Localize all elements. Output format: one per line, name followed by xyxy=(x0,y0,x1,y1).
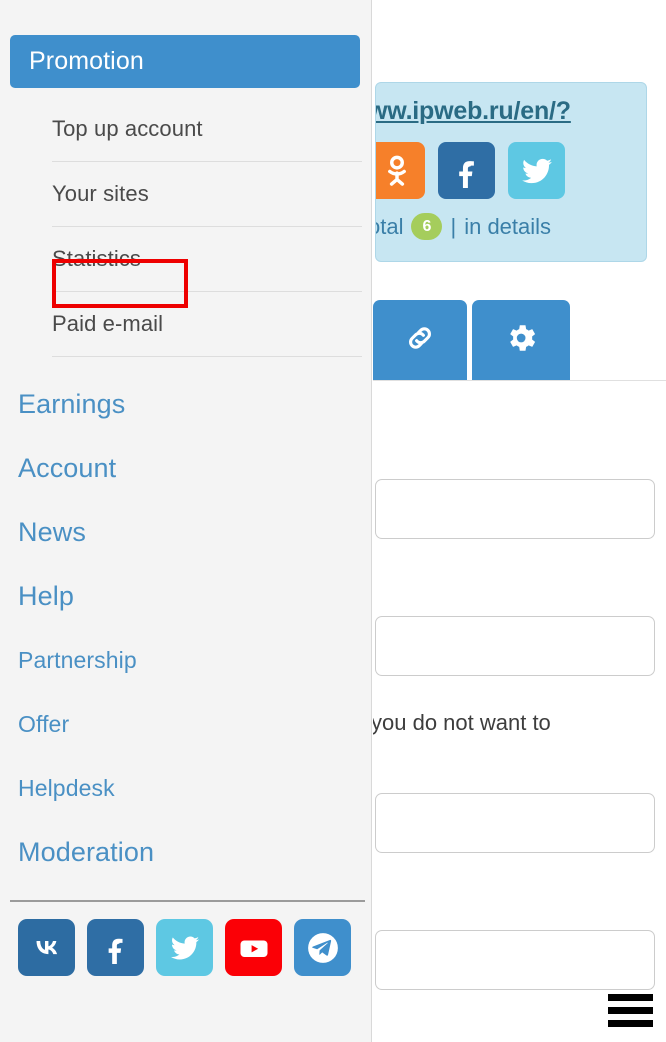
sidebar: Promotion Top up account Your sites Stat… xyxy=(0,0,372,1042)
sidebar-divider xyxy=(10,900,365,902)
hamburger-bar xyxy=(608,994,653,1001)
sidebar-item-news[interactable]: News xyxy=(18,500,358,564)
field-1-input[interactable] xyxy=(375,479,655,539)
sidebar-item-statistics[interactable]: Statistics xyxy=(52,227,362,292)
share-buttons xyxy=(376,142,565,199)
tab-links[interactable] xyxy=(373,300,467,381)
sidebar-submenu: Top up account Your sites Statistics Pai… xyxy=(52,97,362,357)
sidebar-item-top-up-account[interactable]: Top up account xyxy=(52,97,362,162)
referral-count-badge: 6 xyxy=(411,213,443,240)
facebook-icon[interactable] xyxy=(438,142,495,199)
vk-icon[interactable] xyxy=(18,919,75,976)
field-3-input[interactable] xyxy=(375,793,655,853)
referral-separator: | xyxy=(450,213,457,239)
sidebar-section-promotion[interactable]: Promotion xyxy=(10,35,360,88)
facebook-icon[interactable] xyxy=(87,919,144,976)
link-icon xyxy=(403,321,437,360)
sidebar-item-label: Paid e-mail xyxy=(52,311,164,336)
sidebar-item-label: Top up account xyxy=(52,116,203,141)
youtube-icon[interactable] xyxy=(225,919,282,976)
sidebar-item-offer[interactable]: Offer xyxy=(18,692,358,756)
twitter-icon[interactable] xyxy=(156,919,213,976)
referral-stats: otal 6 | in details xyxy=(376,213,551,240)
sidebar-item-label: Statistics xyxy=(52,246,142,271)
field-4-input[interactable] xyxy=(375,930,655,990)
referral-link[interactable]: ww.ipweb.ru/en/? xyxy=(376,97,571,126)
content-area: ww.ipweb.ru/en/? otal xyxy=(373,0,666,1042)
twitter-icon[interactable] xyxy=(508,142,565,199)
sidebar-section-label: Promotion xyxy=(29,47,144,75)
sidebar-item-label: Your sites xyxy=(52,181,149,206)
sidebar-item-account[interactable]: Account xyxy=(18,436,358,500)
referral-total-label: otal xyxy=(376,213,404,239)
referral-details-link[interactable]: in details xyxy=(464,214,551,240)
sidebar-item-partnership[interactable]: Partnership xyxy=(18,628,358,692)
hamburger-bar xyxy=(608,1007,653,1014)
hamburger-menu-icon[interactable] xyxy=(608,994,653,1027)
sidebar-item-moderation[interactable]: Moderation xyxy=(18,820,358,884)
gear-icon xyxy=(503,320,539,361)
sidebar-social-links xyxy=(18,919,351,976)
hamburger-bar xyxy=(608,1020,653,1027)
odnoklassniki-icon[interactable] xyxy=(376,142,425,199)
sidebar-item-your-sites[interactable]: Your sites xyxy=(52,162,362,227)
telegram-icon[interactable] xyxy=(294,919,351,976)
sidebar-item-help[interactable]: Help xyxy=(18,564,358,628)
referral-link-card: ww.ipweb.ru/en/? otal xyxy=(375,82,647,262)
field-2-input[interactable] xyxy=(375,616,655,676)
sidebar-item-helpdesk[interactable]: Helpdesk xyxy=(18,756,358,820)
tabs-underline xyxy=(373,380,666,381)
sidebar-item-paid-email[interactable]: Paid e-mail xyxy=(52,292,362,357)
sidebar-main-nav: Earnings Account News Help Partnership O… xyxy=(18,372,358,884)
content-tabs xyxy=(373,300,570,381)
sidebar-item-earnings[interactable]: Earnings xyxy=(18,372,358,436)
tab-settings[interactable] xyxy=(472,300,570,381)
form-note-text: you do not want to xyxy=(373,710,551,735)
